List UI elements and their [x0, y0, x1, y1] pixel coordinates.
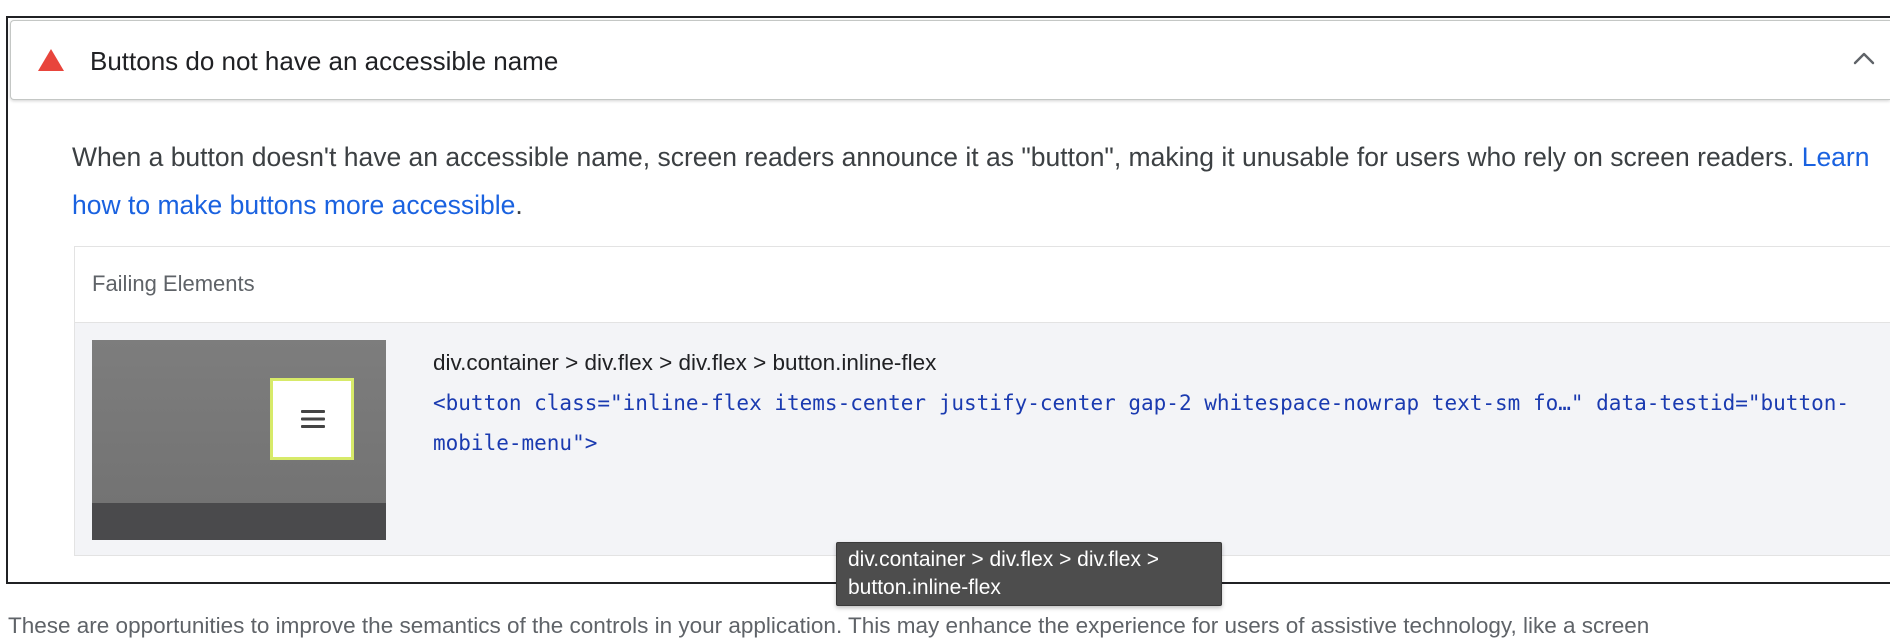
audit-description: When a button doesn't have an accessible…: [72, 133, 1872, 229]
highlighted-button-box: [270, 378, 354, 460]
audit-title: Buttons do not have an accessible name: [90, 46, 559, 76]
description-end: .: [515, 190, 523, 220]
warning-triangle-icon: [38, 49, 64, 71]
tooltip-line-2: button.inline-flex: [848, 576, 1001, 599]
node-html-snippet: <button class="inline-flex items-center …: [433, 391, 1850, 455]
node-selector-path[interactable]: div.container > div.flex > div.flex > bu…: [433, 348, 936, 378]
audit-panel: Buttons do not have an accessible name W…: [6, 16, 1890, 584]
failing-element-row: div.container > div.flex > div.flex > bu…: [75, 323, 1890, 555]
section-description: These are opportunities to improve the s…: [8, 613, 1650, 638]
chevron-up-icon[interactable]: [1852, 50, 1876, 66]
failing-elements-header: Failing Elements: [75, 247, 1890, 323]
hamburger-menu-icon: [301, 410, 325, 428]
element-screenshot-thumbnail[interactable]: [92, 340, 386, 540]
tooltip-line-1: div.container > div.flex > div.flex >: [848, 548, 1160, 571]
failing-elements-table: Failing Elements div.container > div.fle…: [74, 246, 1890, 556]
selector-tooltip: div.container > div.flex > div.flex > bu…: [836, 542, 1222, 606]
description-text: When a button doesn't have an accessible…: [72, 142, 1802, 172]
audit-header[interactable]: Buttons do not have an accessible name: [10, 20, 1890, 100]
